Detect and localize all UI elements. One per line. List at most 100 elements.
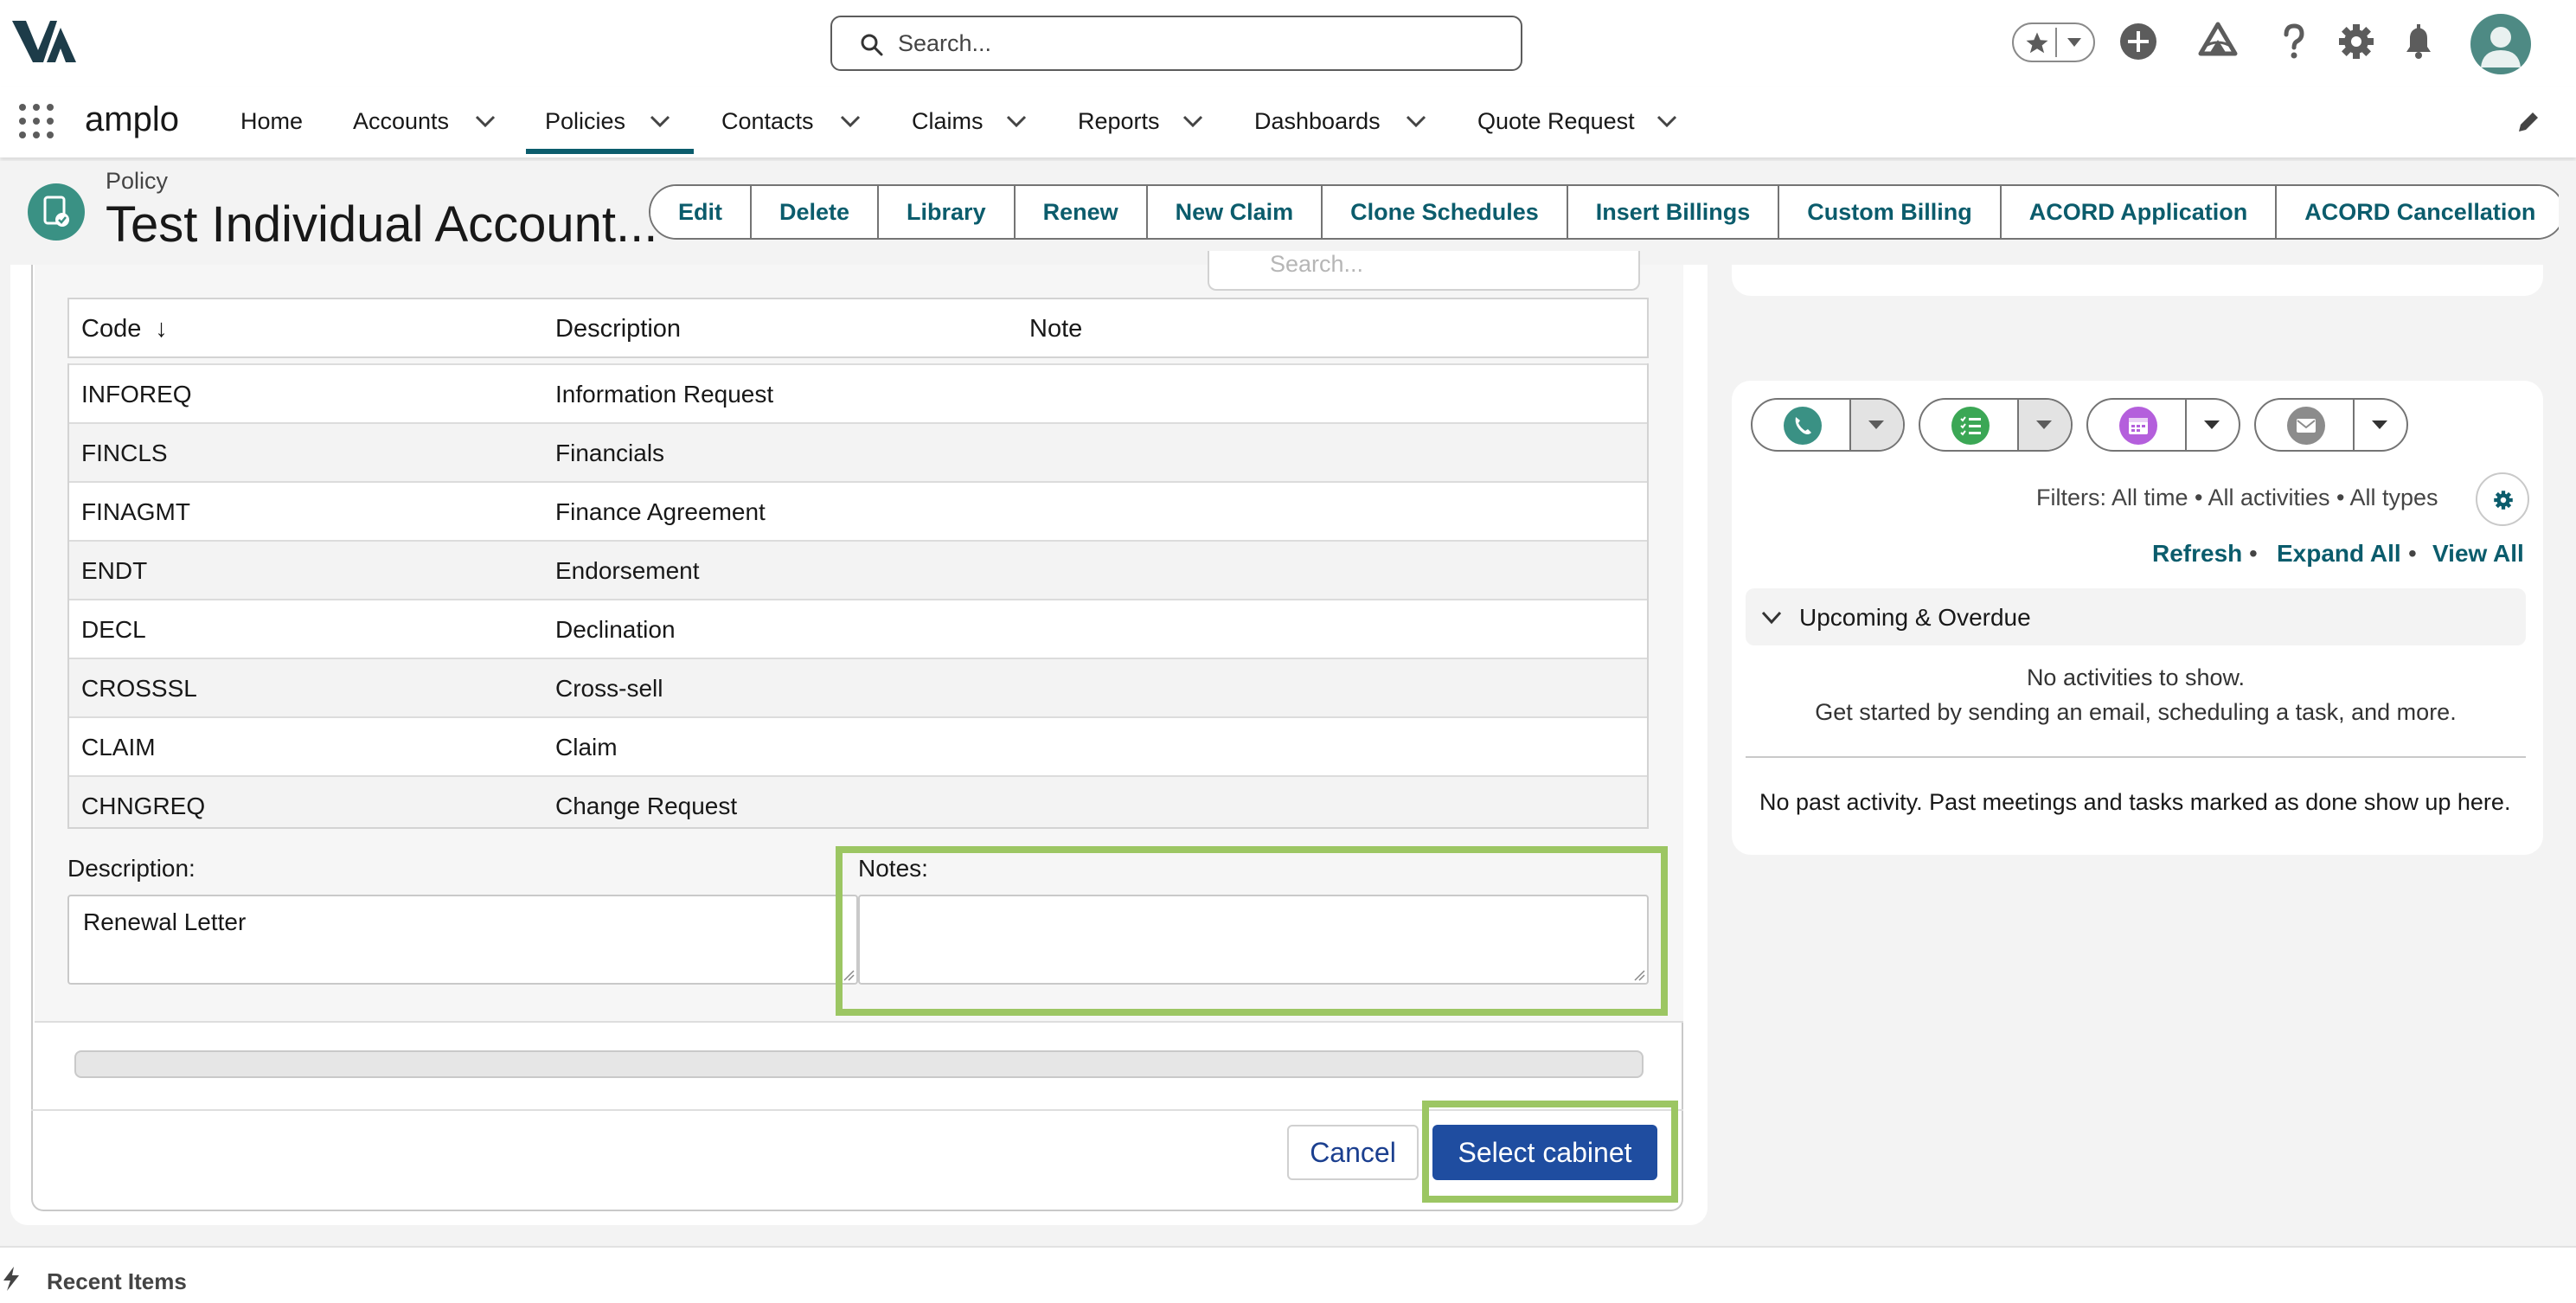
- new-event-action[interactable]: [2086, 398, 2240, 452]
- new-task-button[interactable]: [1920, 400, 2019, 450]
- chevron-down-icon[interactable]: [649, 113, 671, 129]
- column-header-code[interactable]: Code ↓: [81, 315, 168, 343]
- view-all-link[interactable]: View All: [2432, 540, 2524, 568]
- global-search[interactable]: [830, 16, 1522, 71]
- chevron-down-icon[interactable]: [1759, 609, 1784, 626]
- delete-button[interactable]: Delete: [752, 186, 880, 238]
- cancel-button[interactable]: Cancel: [1287, 1125, 1419, 1180]
- log-call-icon: [1784, 407, 1822, 445]
- nav-item-label: Dashboards: [1254, 108, 1381, 134]
- log-call-action[interactable]: [1751, 398, 1905, 452]
- table-row[interactable]: CHNGREQ Change Request: [69, 775, 1647, 827]
- avatar[interactable]: [2470, 14, 2531, 74]
- column-header-note[interactable]: Note: [1029, 315, 1082, 343]
- upcoming-overdue-label: Upcoming & Overdue: [1799, 604, 2031, 631]
- email-button[interactable]: [2256, 400, 2355, 450]
- clone-schedules-button[interactable]: Clone Schedules: [1323, 186, 1568, 238]
- email-action[interactable]: [2254, 398, 2408, 452]
- description-field[interactable]: [67, 895, 858, 985]
- global-search-input[interactable]: [898, 26, 1486, 61]
- chevron-down-icon[interactable]: [1656, 113, 1678, 129]
- nav-item-reports[interactable]: Reports: [1078, 87, 1211, 154]
- add-icon[interactable]: [2116, 19, 2161, 64]
- table-row[interactable]: FINCLS Financials: [69, 422, 1647, 481]
- trailhead-icon[interactable]: [2195, 19, 2240, 64]
- library-button[interactable]: Library: [879, 186, 1016, 238]
- past-activity-text: No past activity. Past meetings and task…: [1759, 789, 2511, 815]
- nav-item-quote-request[interactable]: Quote Request: [1477, 87, 1687, 154]
- no-activities-text: No activities to show.: [2026, 664, 2246, 690]
- nav-item-claims[interactable]: Claims: [912, 87, 1031, 154]
- new-task-action[interactable]: [1919, 398, 2073, 452]
- column-header-description[interactable]: Description: [555, 315, 681, 343]
- table-row[interactable]: CROSSSL Cross-sell: [69, 658, 1647, 716]
- refresh-link[interactable]: Refresh: [2152, 540, 2242, 568]
- filter-settings-button[interactable]: [2476, 472, 2529, 526]
- record-object-type: Policy: [106, 168, 169, 194]
- nav-item-policies[interactable]: Policies: [526, 87, 694, 154]
- notes-label: Notes:: [858, 855, 928, 882]
- table-row[interactable]: CLAIM Claim: [69, 716, 1647, 775]
- resize-handle-icon[interactable]: [1633, 969, 1645, 981]
- nav-item-dashboards[interactable]: Dashboards: [1254, 87, 1432, 154]
- nav-item-contacts[interactable]: Contacts: [721, 87, 867, 154]
- cell-code: DECL: [81, 616, 146, 643]
- help-icon[interactable]: [2272, 19, 2316, 64]
- table-row[interactable]: DECL Declination: [69, 599, 1647, 658]
- logo-icon[interactable]: [12, 19, 76, 66]
- avatar-icon: [2481, 27, 2521, 67]
- custom-billing-button[interactable]: Custom Billing: [1779, 186, 2002, 238]
- favorites-group[interactable]: [2012, 22, 2095, 62]
- favorites-icon[interactable]: [2024, 30, 2050, 56]
- cell-code: CHNGREQ: [81, 793, 206, 819]
- description-label: Description:: [67, 855, 195, 882]
- app-launcher-icon[interactable]: [17, 102, 55, 140]
- new-claim-button[interactable]: New Claim: [1147, 186, 1323, 238]
- new-task-menu[interactable]: [2019, 400, 2071, 450]
- settings-icon[interactable]: [2334, 19, 2379, 64]
- log-call-button[interactable]: [1753, 400, 1851, 450]
- chevron-down-icon: [1868, 420, 1884, 429]
- cell-code: CROSSSL: [81, 675, 197, 702]
- code-search-input[interactable]: Search...: [1208, 251, 1640, 291]
- filter-settings-icon: [2494, 491, 2513, 510]
- chevron-down-icon: [2372, 420, 2387, 429]
- table-row[interactable]: FINAGMT Finance Agreement: [69, 481, 1647, 540]
- nav-item-accounts[interactable]: Accounts: [353, 87, 500, 154]
- renew-button[interactable]: Renew: [1015, 186, 1148, 238]
- notes-field[interactable]: [858, 895, 1649, 985]
- expand-all-link[interactable]: Expand All: [2277, 540, 2401, 568]
- nav-item-label: Claims: [912, 108, 984, 134]
- nav-item-label: Reports: [1078, 108, 1160, 134]
- recent-items-button[interactable]: Recent Items: [47, 1268, 187, 1295]
- chevron-down-icon[interactable]: [1405, 113, 1427, 129]
- nav-item-home[interactable]: Home: [240, 87, 311, 154]
- select-cabinet-button[interactable]: Select cabinet: [1432, 1125, 1657, 1180]
- new-event-button[interactable]: [2088, 400, 2187, 450]
- email-icon: [2287, 407, 2325, 445]
- chevron-down-icon[interactable]: [474, 113, 497, 129]
- favorites-menu-icon[interactable]: [2066, 36, 2083, 48]
- get-started-text: Get started by sending an email, schedul…: [1815, 699, 2457, 725]
- insert-billings-button[interactable]: Insert Billings: [1567, 186, 1780, 238]
- cell-description: Financials: [555, 440, 665, 466]
- cell-description: Finance Agreement: [555, 498, 766, 525]
- notifications-icon[interactable]: [2396, 19, 2441, 64]
- chevron-down-icon[interactable]: [1182, 113, 1204, 129]
- column-header-code-label: Code: [81, 315, 142, 343]
- chevron-down-icon[interactable]: [1005, 113, 1028, 129]
- email-menu[interactable]: [2355, 400, 2406, 450]
- cell-code: CLAIM: [81, 734, 156, 761]
- log-call-menu[interactable]: [1851, 400, 1903, 450]
- cell-description: Cross-sell: [555, 675, 663, 702]
- edit-nav-icon[interactable]: [2515, 109, 2541, 135]
- new-event-menu[interactable]: [2187, 400, 2239, 450]
- horizontal-scrollbar[interactable]: [74, 1050, 1644, 1078]
- table-row[interactable]: ENDT Endorsement: [69, 540, 1647, 599]
- chevron-down-icon[interactable]: [839, 113, 862, 129]
- table-row[interactable]: INFOREQ Information Request: [69, 363, 1647, 422]
- acord-cancellation-button[interactable]: ACORD Cancellation: [2277, 186, 2564, 238]
- acord-application-button[interactable]: ACORD Application: [2001, 186, 2278, 238]
- page-scrollbar[interactable]: [2559, 161, 2576, 1242]
- edit-button[interactable]: Edit: [650, 186, 752, 238]
